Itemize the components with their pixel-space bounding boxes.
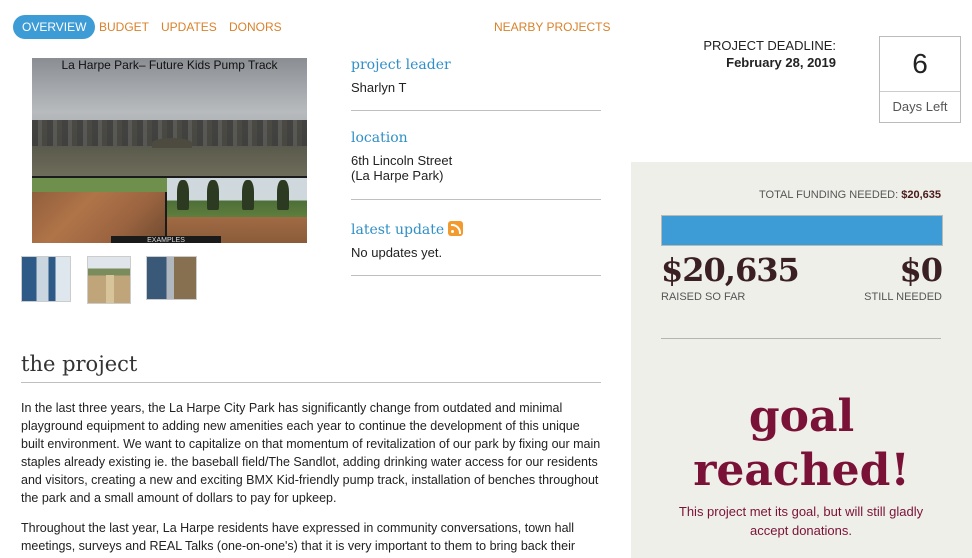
funding-progress-fill xyxy=(662,216,942,245)
hero-caption: La Harpe Park– Future Kids Pump Track xyxy=(61,58,278,72)
days-left-box: 6 Days Left xyxy=(879,36,961,123)
tab-donors[interactable]: DONORS xyxy=(229,15,282,39)
deadline-label: PROJECT DEADLINE: xyxy=(703,38,836,53)
total-funding-label: TOTAL FUNDING NEEDED: xyxy=(759,189,899,201)
location-line-2: (La Harpe Park) xyxy=(351,168,444,183)
goal-line-1: goal xyxy=(748,391,855,442)
still-needed: $0 STILL NEEDED xyxy=(864,250,943,304)
tab-overview[interactable]: OVERVIEW xyxy=(13,15,96,39)
project-deadline: PROJECT DEADLINE: February 28, 2019 xyxy=(650,38,836,72)
location-block: location 6th Lincoln Street (La Harpe Pa… xyxy=(351,130,601,200)
rss-icon[interactable] xyxy=(448,221,464,236)
project-paragraph: Throughout the last year, La Harpe resid… xyxy=(21,521,576,553)
goal-reached-banner: goal reached! xyxy=(631,390,972,498)
gallery-thumbnail[interactable] xyxy=(21,256,71,302)
still-needed-amount: $0 xyxy=(899,251,943,289)
funding-divider xyxy=(661,338,941,339)
latest-update-label: latest update xyxy=(351,221,601,238)
project-leader-value: Sharlyn T xyxy=(351,80,407,95)
goal-note: This project met its goal, but will stil… xyxy=(678,504,924,538)
hero-inset-pump-track xyxy=(167,176,307,243)
funding-progress-bar xyxy=(661,215,943,246)
total-funding-value: $20,635 xyxy=(901,189,941,201)
latest-update-text: latest update xyxy=(351,222,445,238)
hero-overlay-label: EXAMPLES xyxy=(111,236,221,243)
raised-so-far: $20,635 RAISED SO FAR xyxy=(661,250,800,304)
still-needed-label: STILL NEEDED xyxy=(864,291,942,303)
location-label: location xyxy=(351,130,408,146)
project-description: In the last three years, the La Harpe Ci… xyxy=(21,399,601,558)
hero-field xyxy=(32,146,307,176)
tab-budget[interactable]: BUDGET xyxy=(99,15,149,39)
latest-update-block: latest update No updates yet. xyxy=(351,221,601,276)
total-funding-needed: TOTAL FUNDING NEEDED: $20,635 xyxy=(661,189,941,201)
project-leader-label: project leader xyxy=(351,57,451,73)
location-line-1: 6th Lincoln Street xyxy=(351,153,453,168)
deadline-date: February 28, 2019 xyxy=(726,55,836,70)
project-leader-block: project leader Sharlyn T xyxy=(351,57,601,111)
gallery-thumbnail[interactable] xyxy=(146,256,197,300)
gallery-thumbnail[interactable] xyxy=(87,256,131,304)
raised-label: RAISED SO FAR xyxy=(661,291,746,303)
nearby-projects-link[interactable]: NEARBY PROJECTS xyxy=(494,15,610,39)
hero-dirt-mound xyxy=(152,138,192,148)
project-section-heading: the project xyxy=(21,352,601,383)
project-hero-image[interactable]: La Harpe Park– Future Kids Pump Track EX… xyxy=(32,58,307,243)
tab-updates[interactable]: UPDATES xyxy=(161,15,217,39)
days-left-number: 6 xyxy=(880,37,960,92)
project-nav: OVERVIEW BUDGET UPDATES DONORS NEARBY PR… xyxy=(13,15,610,39)
goal-line-2: reached! xyxy=(693,445,910,496)
funding-panel: TOTAL FUNDING NEEDED: $20,635 $20,635 RA… xyxy=(631,162,972,558)
raised-amount: $20,635 xyxy=(661,251,800,289)
hero-inset-dirt-track xyxy=(32,176,167,243)
days-left-label: Days Left xyxy=(892,99,948,114)
project-paragraph: In the last three years, the La Harpe Ci… xyxy=(21,401,601,505)
latest-update-value: No updates yet. xyxy=(351,245,443,260)
